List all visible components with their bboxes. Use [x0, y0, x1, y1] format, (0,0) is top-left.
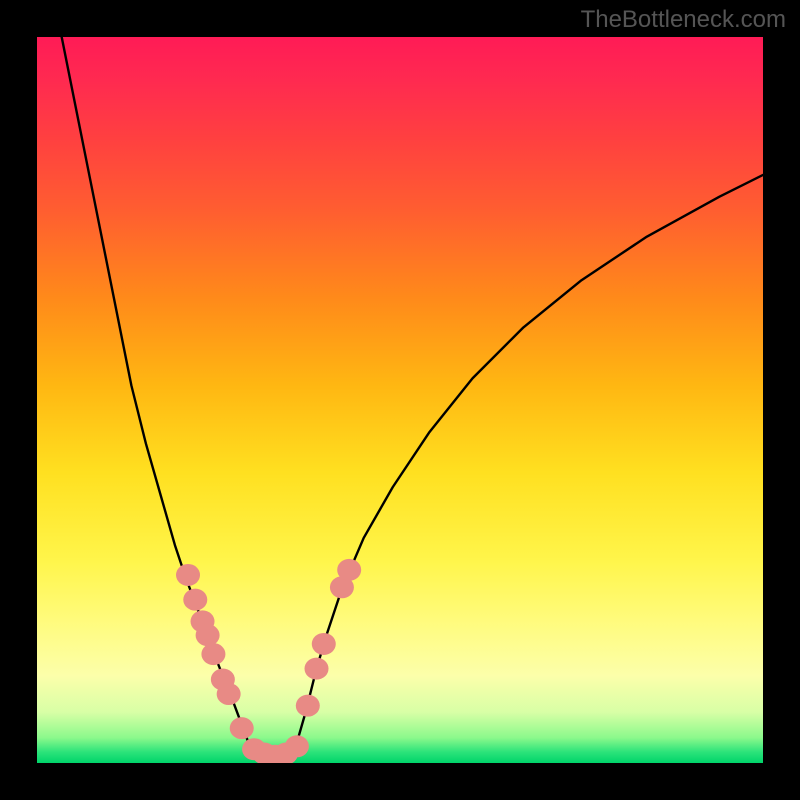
curve-marker — [196, 624, 220, 646]
curve-marker — [176, 564, 200, 586]
watermark-text: TheBottleneck.com — [581, 6, 786, 34]
curve-marker — [337, 559, 361, 581]
curve-marker — [296, 695, 320, 717]
bottleneck-curve — [59, 37, 763, 756]
curve-marker — [201, 643, 225, 665]
curve-marker — [230, 717, 254, 739]
curve-marker — [183, 589, 207, 611]
bottleneck-curve-svg — [37, 37, 763, 763]
curve-marker — [305, 658, 329, 680]
curve-marker — [217, 683, 241, 705]
curve-marker — [312, 633, 336, 655]
plot-area — [37, 37, 763, 763]
curve-marker — [285, 735, 309, 757]
